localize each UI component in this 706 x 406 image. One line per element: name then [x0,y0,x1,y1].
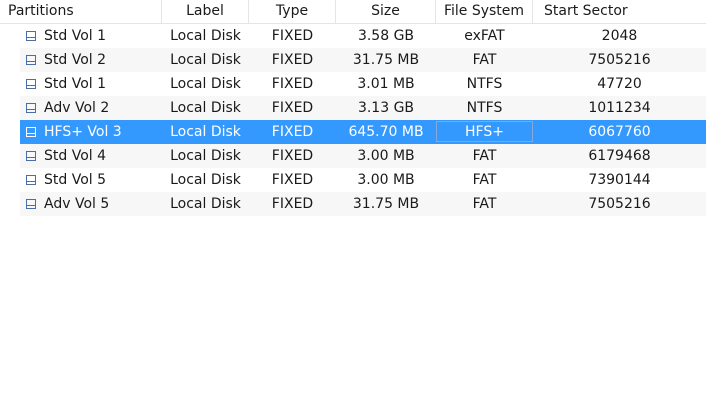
cell-partition: HFS+ Vol 3 [44,124,122,140]
cell-size: 31.75 MB [352,52,420,68]
cell-label: Local Disk [170,28,241,44]
cell-start-sector: 1011234 [588,100,651,116]
cell-size: 3.00 MB [357,148,415,164]
cell-type: FIXED [271,124,314,140]
cell-label: Local Disk [170,52,241,68]
column-header-type[interactable]: Type [249,0,336,23]
disk-icon [26,79,36,89]
disk-icon [26,31,36,41]
table-row[interactable]: Std Vol 1 Local Disk FIXED 3.01 MB NTFS 47720 [0,72,706,96]
table-row[interactable]: HFS+ Vol 3 Local Disk FIXED 645.70 MB HFS+ 60… [0,120,706,144]
cell-label: Local Disk [170,100,241,116]
cell-type: FIXED [271,100,314,116]
cell-size: 3.01 MB [357,76,415,92]
cell-file-system: FAT [472,52,497,68]
cell-label: Local Disk [170,172,241,188]
cell-partition: Std Vol 5 [44,172,107,188]
cell-file-system: exFAT [464,28,505,44]
cell-type: FIXED [271,172,314,188]
disk-icon [26,127,36,137]
cell-partition: Std Vol 1 [44,28,107,44]
cell-file-system: FAT [472,196,497,212]
cell-size: 31.75 MB [352,196,420,212]
cell-start-sector: 7390144 [588,172,651,188]
table-row[interactable]: Std Vol 5 Local Disk FIXED 3.00 MB FAT 739014… [0,168,706,192]
partitions-table: Partitions Label Type Size File System S… [0,0,706,216]
cell-start-sector: 47720 [597,76,642,92]
cell-type: FIXED [271,148,314,164]
column-header-file-system[interactable]: File System [436,0,533,23]
cell-size: 645.70 MB [348,124,424,140]
cell-type: FIXED [271,28,314,44]
cell-label: Local Disk [170,76,241,92]
column-header-label[interactable]: Label [162,0,249,23]
table-row[interactable]: Adv Vol 2 Local Disk FIXED 3.13 GB NTFS 10112… [0,96,706,120]
column-header-start-sector[interactable]: Start Sector [533,0,706,23]
table-row[interactable]: Std Vol 1 Local Disk FIXED 3.58 GB exFAT 2048 [0,24,706,48]
cell-partition: Adv Vol 5 [44,196,110,212]
focused-cell-outline [436,121,533,142]
cell-start-sector: 2048 [601,28,638,44]
cell-size: 3.00 MB [357,172,415,188]
column-header-partitions[interactable]: Partitions [0,0,162,23]
table-row[interactable]: Std Vol 2 Local Disk FIXED 31.75 MB FAT 75052… [0,48,706,72]
table-header: Partitions Label Type Size File System S… [0,0,706,24]
cell-start-sector: 7505216 [588,52,651,68]
cell-partition: Std Vol 1 [44,76,107,92]
cell-size: 3.13 GB [357,100,415,116]
cell-size: 3.58 GB [357,28,415,44]
disk-icon [26,175,36,185]
disk-icon [26,199,36,209]
table-row[interactable]: Adv Vol 5 Local Disk FIXED 31.75 MB FAT 75052… [0,192,706,216]
cell-partition: Std Vol 4 [44,148,107,164]
table-row[interactable]: Std Vol 4 Local Disk FIXED 3.00 MB FAT 617946… [0,144,706,168]
disk-icon [26,151,36,161]
cell-type: FIXED [271,196,314,212]
cell-type: FIXED [271,76,314,92]
cell-start-sector: 6179468 [588,148,651,164]
cell-file-system: FAT [472,148,497,164]
cell-type: FIXED [271,52,314,68]
cell-file-system: FAT [472,172,497,188]
cell-partition: Adv Vol 2 [44,100,110,116]
cell-start-sector: 7505216 [588,196,651,212]
disk-icon [26,103,36,113]
cell-label: Local Disk [170,124,241,140]
cell-start-sector: 6067760 [588,124,651,140]
column-header-size[interactable]: Size [336,0,436,23]
cell-label: Local Disk [170,196,241,212]
disk-icon [26,55,36,65]
cell-file-system: NTFS [466,100,503,116]
cell-file-system: NTFS [466,76,503,92]
cell-partition: Std Vol 2 [44,52,107,68]
cell-label: Local Disk [170,148,241,164]
